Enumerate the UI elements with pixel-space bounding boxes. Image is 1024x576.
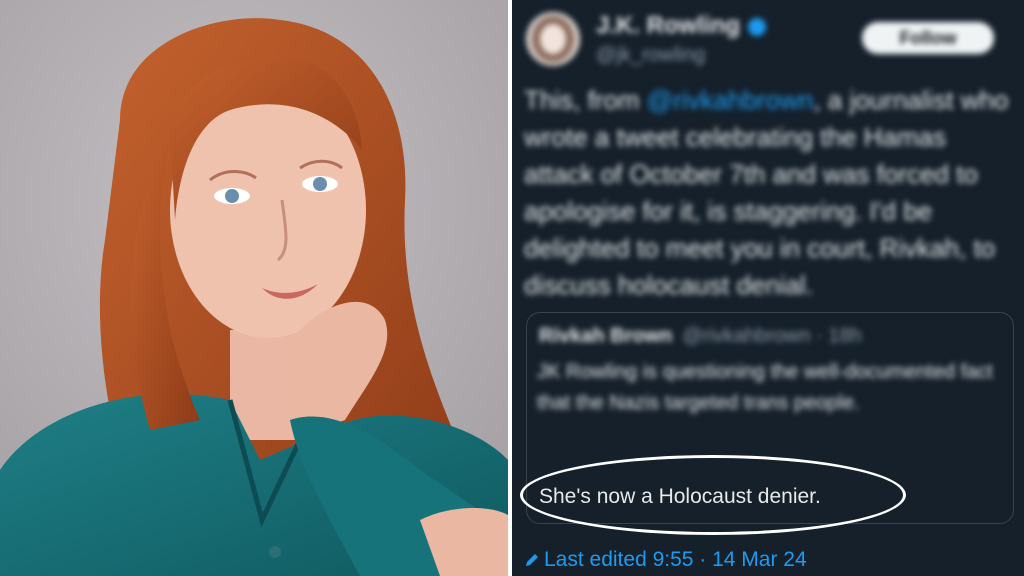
last-edited-text: Last edited 9:55 · 14 Mar 24 xyxy=(544,548,807,571)
tweet-text: This, from @rivkahbrown, a journalist wh… xyxy=(524,82,1016,304)
avatar[interactable] xyxy=(526,12,580,66)
quoted-author-handle: @rivkahbrown · 18h xyxy=(682,325,862,347)
follow-button[interactable]: Follow xyxy=(862,22,994,54)
quoted-author-name: Rivkah Brown xyxy=(539,325,673,347)
author-name[interactable]: J.K. Rowling xyxy=(596,12,766,40)
author-name-text: J.K. Rowling xyxy=(596,12,740,39)
tweet-card: J.K. Rowling @jk_rowling Follow This, fr… xyxy=(512,0,1024,576)
author-handle[interactable]: @jk_rowling xyxy=(596,44,705,67)
last-edited-link[interactable]: Last edited 9:55 · 14 Mar 24 xyxy=(524,548,807,572)
portrait-photo xyxy=(0,0,508,576)
pencil-icon xyxy=(526,554,538,566)
avatar-face xyxy=(540,24,566,54)
quoted-text: JK Rowling is questioning the well-docum… xyxy=(537,361,993,414)
tweet-text-end: , a journalist who wrote a tweet celebra… xyxy=(524,85,1009,300)
quoted-author: Rivkah Brown @rivkahbrown · 18h xyxy=(539,325,862,348)
tweet-text-start: This, from xyxy=(524,85,647,115)
highlight-circle xyxy=(520,455,906,535)
verified-badge-icon xyxy=(748,17,766,36)
mention-link[interactable]: @rivkahbrown xyxy=(647,85,814,115)
